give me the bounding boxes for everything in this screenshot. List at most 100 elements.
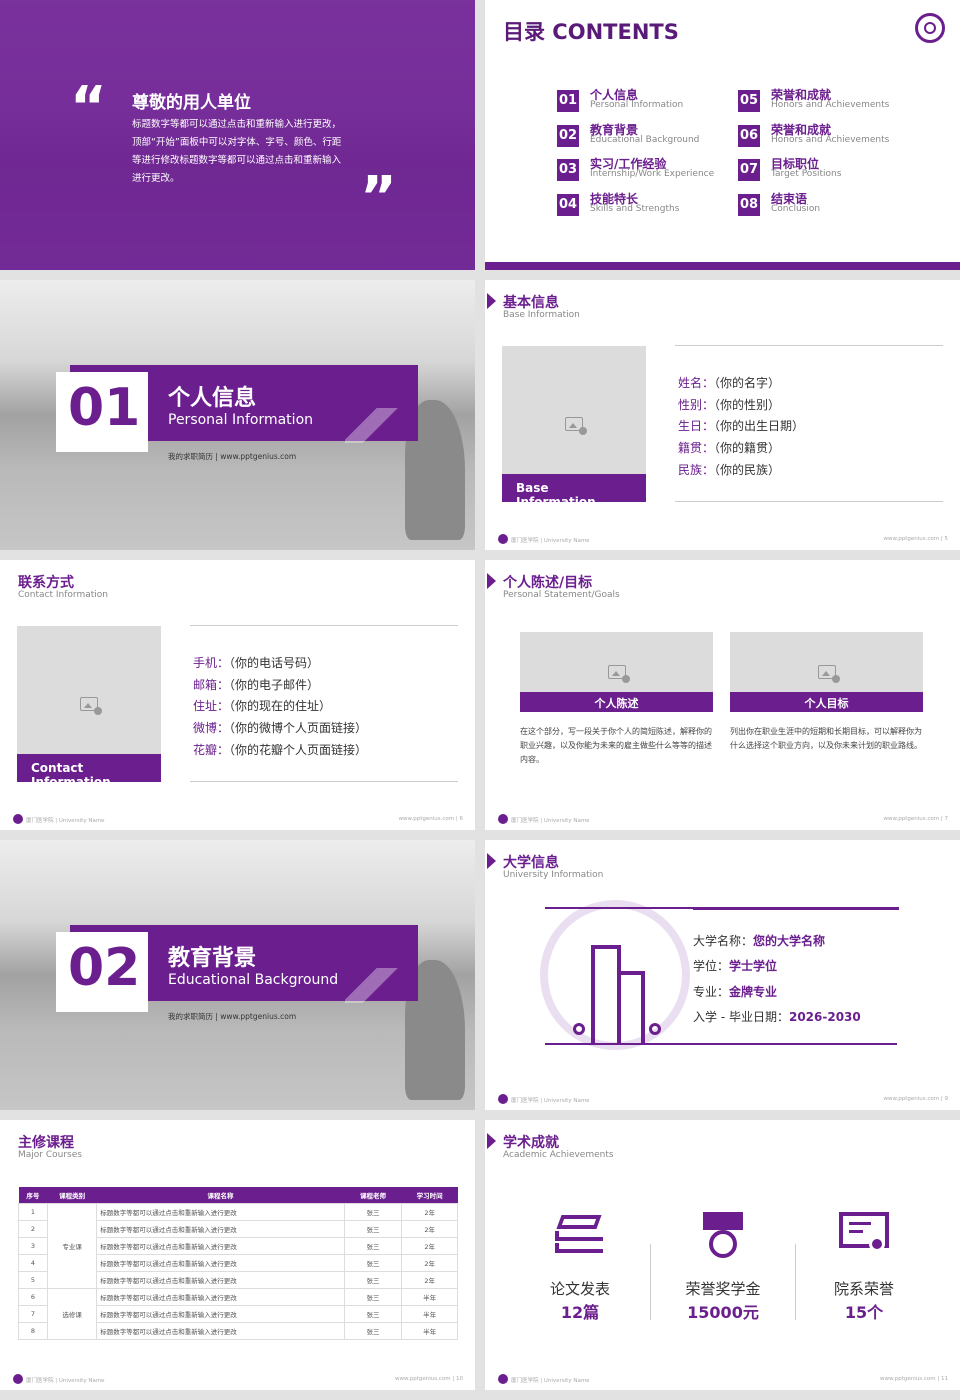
certificate-icon (839, 1212, 889, 1260)
info-key: 民族： (678, 462, 715, 477)
contents-title: 目录 CONTENTS (503, 20, 679, 44)
toc-number: 04 (557, 193, 579, 216)
cell-time: 2年 (401, 1253, 458, 1272)
section-title-en: Personal Information (168, 412, 314, 428)
info-key: 学位： (693, 959, 730, 974)
info-row: 姓名：（你的名字） (678, 374, 780, 391)
slide-achievements: 学术成就 Academic Achievements 论文发表 12篇 荣誉奖学金… (485, 1120, 960, 1390)
toc-number: 01 (557, 90, 579, 112)
slide-subtitle: Academic Achievements (503, 1150, 614, 1160)
cell-name: 标题数字等都可以通过点击和重新输入进行更改 (96, 1270, 345, 1289)
toc-number: 07 (738, 159, 760, 181)
section-caption: 我的求职简历 | www.pptgenius.com (168, 452, 297, 461)
cell-teacher: 张三 (343, 1219, 403, 1238)
info-key: 姓名： (678, 376, 715, 390)
info-value: （你的现在的住址） (229, 699, 332, 714)
footer: 厦门医学院 | University Name www.pptgenius.com… (0, 1370, 475, 1390)
cell-teacher: 张三 (343, 1236, 403, 1255)
photo-caption: Base Information (502, 474, 646, 509)
info-value: （你的民族） (714, 462, 781, 477)
cell-time: 2年 (401, 1219, 458, 1238)
statement-caption: 个人陈述 (520, 692, 713, 712)
info-row: 手机：（你的电话号码） (193, 654, 319, 671)
column-header: 学习时间 (401, 1187, 458, 1203)
photo-placeholder[interactable]: Base Information (502, 346, 646, 509)
slide-section-01: 01 个人信息 Personal Information 我的求职简历 | ww… (0, 280, 475, 550)
slide-body: 标题数字等都可以通过点击和重新输入进行更改，顶部“开始”面板中可以对字体、字号、… (132, 119, 342, 184)
toc-item[interactable]: 04 技能特长 Skills and Strengths (557, 190, 727, 220)
table-row: 1 专业课 标题数字等都可以通过点击和重新输入进行更改 张三 2年 (18, 1202, 458, 1289)
slide-base-info: 基本信息 Base Information Base Information 姓… (485, 280, 960, 550)
info-key: 花瓣： (193, 742, 230, 757)
info-value: （你的电话号码） (229, 656, 320, 670)
cell-teacher: 张三 (343, 1202, 403, 1221)
cell-name: 标题数字等都可以通过点击和重新输入进行更改 (96, 1219, 345, 1238)
toc-subtitle: Honors and Achievements (771, 100, 890, 110)
achievement-value: 12篇 (560, 1303, 600, 1322)
toc-subtitle: Target Positions (771, 169, 842, 179)
info-row: 学位：学士学位 (693, 957, 777, 974)
section-number: 02 (68, 938, 141, 998)
achievement-label: 论文发表 (549, 1280, 610, 1298)
info-key: 入学 - 毕业日期： (693, 1009, 789, 1024)
cell-name: 标题数字等都可以通过点击和重新输入进行更改 (96, 1253, 345, 1272)
toc-item[interactable]: 06 荣誉和成就 Honors and Achievements (738, 121, 908, 151)
divider-2 (795, 1244, 796, 1320)
toc-subtitle: Conclusion (771, 203, 821, 214)
toc-item[interactable]: 03 实习/工作经验 Internship/Work Experience (557, 155, 727, 185)
column-header: 序号 (18, 1187, 48, 1203)
section-caption: 我的求职简历 | www.pptgenius.com (168, 1012, 297, 1021)
photo-placeholder[interactable]: Contact Information (17, 626, 161, 789)
toc-subtitle: Personal Information (590, 100, 684, 110)
footer: 厦门医学院 | University Name www.pptgenius.com… (485, 1370, 960, 1390)
achievement-label: 荣誉奖学金 (685, 1280, 761, 1298)
goal-caption: 个人目标 (730, 692, 923, 712)
image-icon (817, 665, 840, 683)
deco-stripes (345, 968, 415, 1003)
divider-top-accent (693, 907, 899, 910)
cell-time: 半年 (401, 1287, 458, 1306)
image-icon (80, 697, 102, 715)
achievement-scholarship: 荣誉奖学金 15000元 (668, 1278, 778, 1323)
bottom-bar (485, 262, 960, 270)
info-row: 性别：（你的性别） (678, 396, 780, 413)
toc-item[interactable]: 07 目标职位 Target Positions (738, 155, 908, 185)
slide-subtitle: Base Information (503, 310, 580, 320)
table-row: 6 选修课 标题数字等都可以通过点击和重新输入进行更改 张三 半年 (18, 1287, 458, 1340)
building-icon (573, 945, 665, 1043)
cell-time: 半年 (401, 1321, 458, 1340)
info-row: 生日：（你的出生日期） (678, 417, 804, 434)
goal-text: 列出你在职业生涯中的短期和长期目标，可以解释你为什么选择这个职业方向，以及你未来… (730, 727, 922, 750)
footer-left: 厦门医学院 | University Name (26, 818, 105, 824)
toc-item[interactable]: 02 教育背景 Educational Background (557, 121, 727, 151)
university-logo-icon (13, 814, 23, 824)
university-logo-icon (498, 814, 508, 824)
cell-no: 5 (18, 1270, 48, 1289)
toc-item[interactable]: 05 荣誉和成就 Honors and Achievements (738, 86, 908, 116)
toc-item[interactable]: 01 个人信息 Personal Information (557, 86, 727, 116)
toc-number: 02 (557, 124, 579, 147)
section-title-cn: 教育背景 (168, 946, 257, 971)
photo-caption: Contact Information (17, 754, 161, 789)
slide-contents: 目录 CONTENTS 01 个人信息 Personal Information 02… (485, 0, 960, 270)
slide-university: 大学信息 University Information 大学名称：您的大学名称学… (485, 840, 960, 1110)
info-value: 2026-2030 (788, 1009, 861, 1024)
toc-item[interactable]: 08 结束语 Conclusion (738, 190, 908, 220)
column-header: 课程类别 (47, 1187, 97, 1203)
cell-category: 选修课 (46, 1287, 98, 1340)
statement-image[interactable]: 个人陈述 (520, 632, 713, 712)
column-header: 课程老师 (344, 1187, 402, 1203)
footer-left: 厦门医学院 | University Name (511, 538, 590, 544)
cell-teacher: 张三 (343, 1304, 403, 1323)
info-key: 住址： (193, 699, 230, 714)
footer-right: www.pptgenius.com | 5 (883, 536, 948, 542)
slide-title: 大学信息 (487, 852, 559, 872)
achievement-papers: 论文发表 12篇 (525, 1278, 635, 1323)
cell-time: 2年 (401, 1270, 458, 1289)
goal-image[interactable]: 个人目标 (730, 632, 923, 712)
cell-name: 标题数字等都可以通过点击和重新输入进行更改 (96, 1236, 345, 1255)
slide-title: 联系方式 (18, 575, 74, 591)
info-row: 花瓣：（你的花瓣个人页面链接） (193, 741, 367, 758)
info-key: 籍贯： (678, 441, 715, 456)
slide-cover-quote: “ 尊敬的用人单位 标题数字等都可以通过点击和重新输入进行更改，顶部“开始”面板… (0, 0, 475, 270)
